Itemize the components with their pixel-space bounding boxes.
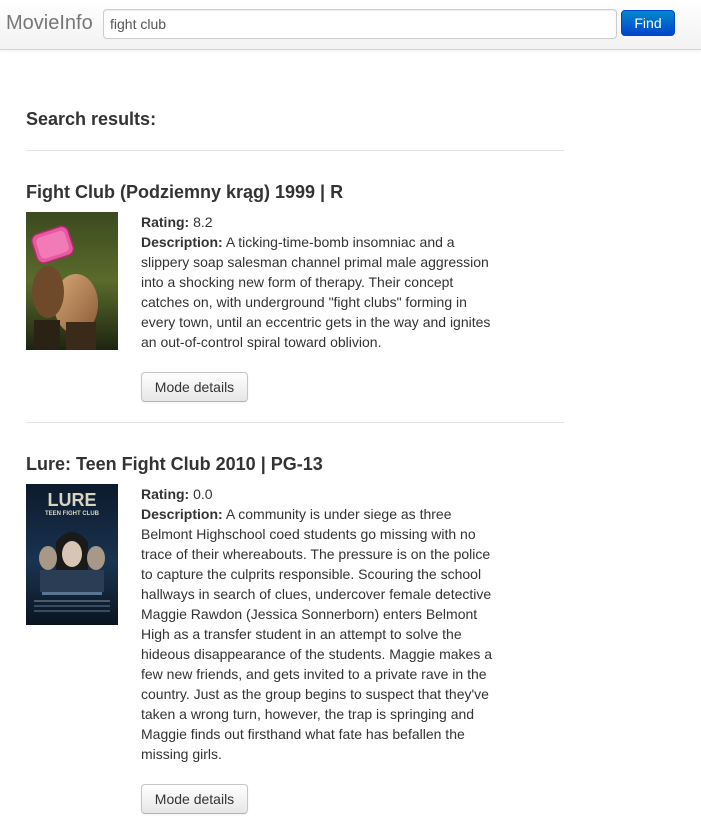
movie-poster: LURE TEEN FIGHT CLUB — [26, 484, 118, 625]
results-heading: Search results: — [26, 109, 157, 129]
brand-logo[interactable]: MovieInfo — [6, 12, 93, 35]
poster-image: LURE TEEN FIGHT CLUB — [26, 484, 118, 625]
more-details-button[interactable]: Mode details — [141, 372, 248, 402]
description-text: A community is under siege as three Belm… — [141, 506, 493, 762]
movie-title: Fight Club (Podziemny krąg) 1999 | R — [26, 182, 344, 202]
poster-title-text: LURE — [48, 490, 97, 510]
movie-info: Rating: 8.2 Description: A ticking-time-… — [141, 212, 496, 352]
rating-label: Rating: — [141, 486, 190, 502]
more-details-button[interactable]: Mode details — [141, 784, 248, 814]
poster-subtitle-text: TEEN FIGHT CLUB — [45, 511, 100, 517]
rating-label: Rating: — [141, 214, 190, 230]
search-input[interactable] — [103, 9, 617, 39]
description-label: Description: — [141, 506, 223, 522]
navbar: MovieInfo Find — [0, 0, 701, 50]
movie-title: Lure: Teen Fight Club 2010 | PG-13 — [26, 454, 323, 474]
movie-poster — [26, 212, 118, 350]
description-label: Description: — [141, 234, 223, 250]
rating-value: 0.0 — [193, 486, 213, 502]
description-text: A ticking-time-bomb insomniac and a slip… — [141, 234, 491, 350]
divider — [26, 422, 564, 423]
find-button[interactable]: Find — [621, 10, 675, 36]
rating-value: 8.2 — [193, 214, 213, 230]
poster-image — [26, 212, 118, 350]
divider — [26, 150, 564, 151]
movie-info: Rating: 0.0 Description: A community is … — [141, 484, 496, 764]
